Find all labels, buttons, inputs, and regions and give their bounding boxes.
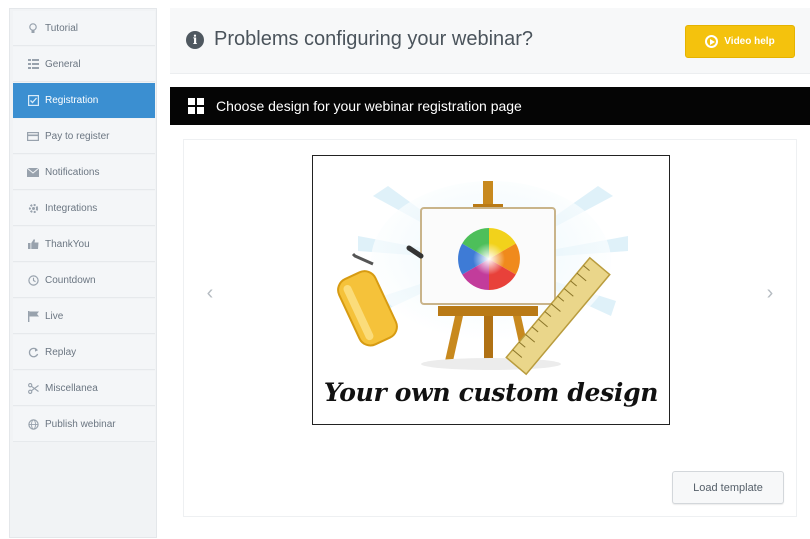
- section-title: Choose design for your webinar registrat…: [216, 98, 522, 114]
- template-carousel: ‹ › Your own custom design Load template: [183, 139, 797, 517]
- sidebar: Tutorial General Registration Pay to reg…: [9, 8, 157, 538]
- video-help-label: Video help: [724, 36, 775, 47]
- sidebar-item-label: Registration: [45, 94, 99, 106]
- page-title: Problems configuring your webinar?: [214, 28, 534, 50]
- lightbulb-icon: [27, 22, 39, 34]
- windows-icon: [188, 98, 204, 114]
- checkbox-icon: [27, 94, 39, 106]
- video-help-button[interactable]: Video help: [685, 25, 795, 58]
- sidebar-item-integrations[interactable]: Integrations: [13, 191, 155, 226]
- sidebar-item-label: Integrations: [45, 202, 98, 214]
- section-title-bar: Choose design for your webinar registrat…: [170, 87, 810, 125]
- envelope-icon: [27, 166, 39, 178]
- template-caption: Your own custom design: [323, 378, 659, 407]
- sidebar-item-label: ThankYou: [45, 238, 90, 250]
- sidebar-item-label: Countdown: [45, 274, 96, 286]
- grid-icon: [27, 58, 39, 70]
- sidebar-item-live[interactable]: Live: [13, 299, 155, 334]
- card-icon: [27, 130, 39, 142]
- sidebar-item-tutorial[interactable]: Tutorial: [13, 11, 155, 46]
- sidebar-item-label: Live: [45, 310, 64, 322]
- sidebar-item-thankyou[interactable]: ThankYou: [13, 227, 155, 262]
- scissors-icon: [27, 382, 39, 394]
- sidebar-item-countdown[interactable]: Countdown: [13, 263, 155, 298]
- sidebar-item-label: Tutorial: [45, 22, 78, 34]
- sidebar-item-replay[interactable]: Replay: [13, 335, 155, 370]
- globe-icon: [27, 418, 39, 430]
- thumbs-up-icon: [27, 238, 39, 250]
- info-icon: i: [186, 30, 204, 49]
- sidebar-item-registration[interactable]: Registration: [13, 83, 155, 118]
- sidebar-item-pay-to-register[interactable]: Pay to register: [13, 119, 155, 154]
- load-template-label: Load template: [693, 481, 763, 494]
- play-circle-icon: [705, 35, 719, 48]
- sidebar-item-publish-webinar[interactable]: Publish webinar: [13, 407, 155, 442]
- help-title-row: i Problems configuring your webinar?: [186, 28, 533, 51]
- clock-icon: [27, 274, 39, 286]
- sidebar-item-label: Pay to register: [45, 130, 110, 142]
- sidebar-item-label: Replay: [45, 346, 77, 358]
- replay-icon: [27, 346, 39, 358]
- sidebar-item-label: Publish webinar: [45, 418, 116, 430]
- sidebar-item-label: Miscellanea: [45, 382, 98, 394]
- chevron-left-icon[interactable]: ‹: [202, 282, 218, 305]
- sidebar-item-miscellanea[interactable]: Miscellanea: [13, 371, 155, 406]
- template-preview[interactable]: Your own custom design: [312, 155, 670, 425]
- sidebar-item-general[interactable]: General: [13, 47, 155, 82]
- load-template-button[interactable]: Load template: [672, 471, 784, 504]
- flag-icon: [27, 310, 39, 322]
- help-header: i Problems configuring your webinar? Vid…: [170, 8, 810, 74]
- chevron-right-icon[interactable]: ›: [762, 282, 778, 305]
- sidebar-item-label: Notifications: [45, 166, 100, 178]
- gear-icon: [27, 202, 39, 214]
- sidebar-item-label: General: [45, 58, 81, 70]
- sidebar-item-notifications[interactable]: Notifications: [13, 155, 155, 190]
- app-window: Tutorial General Registration Pay to reg…: [0, 0, 810, 539]
